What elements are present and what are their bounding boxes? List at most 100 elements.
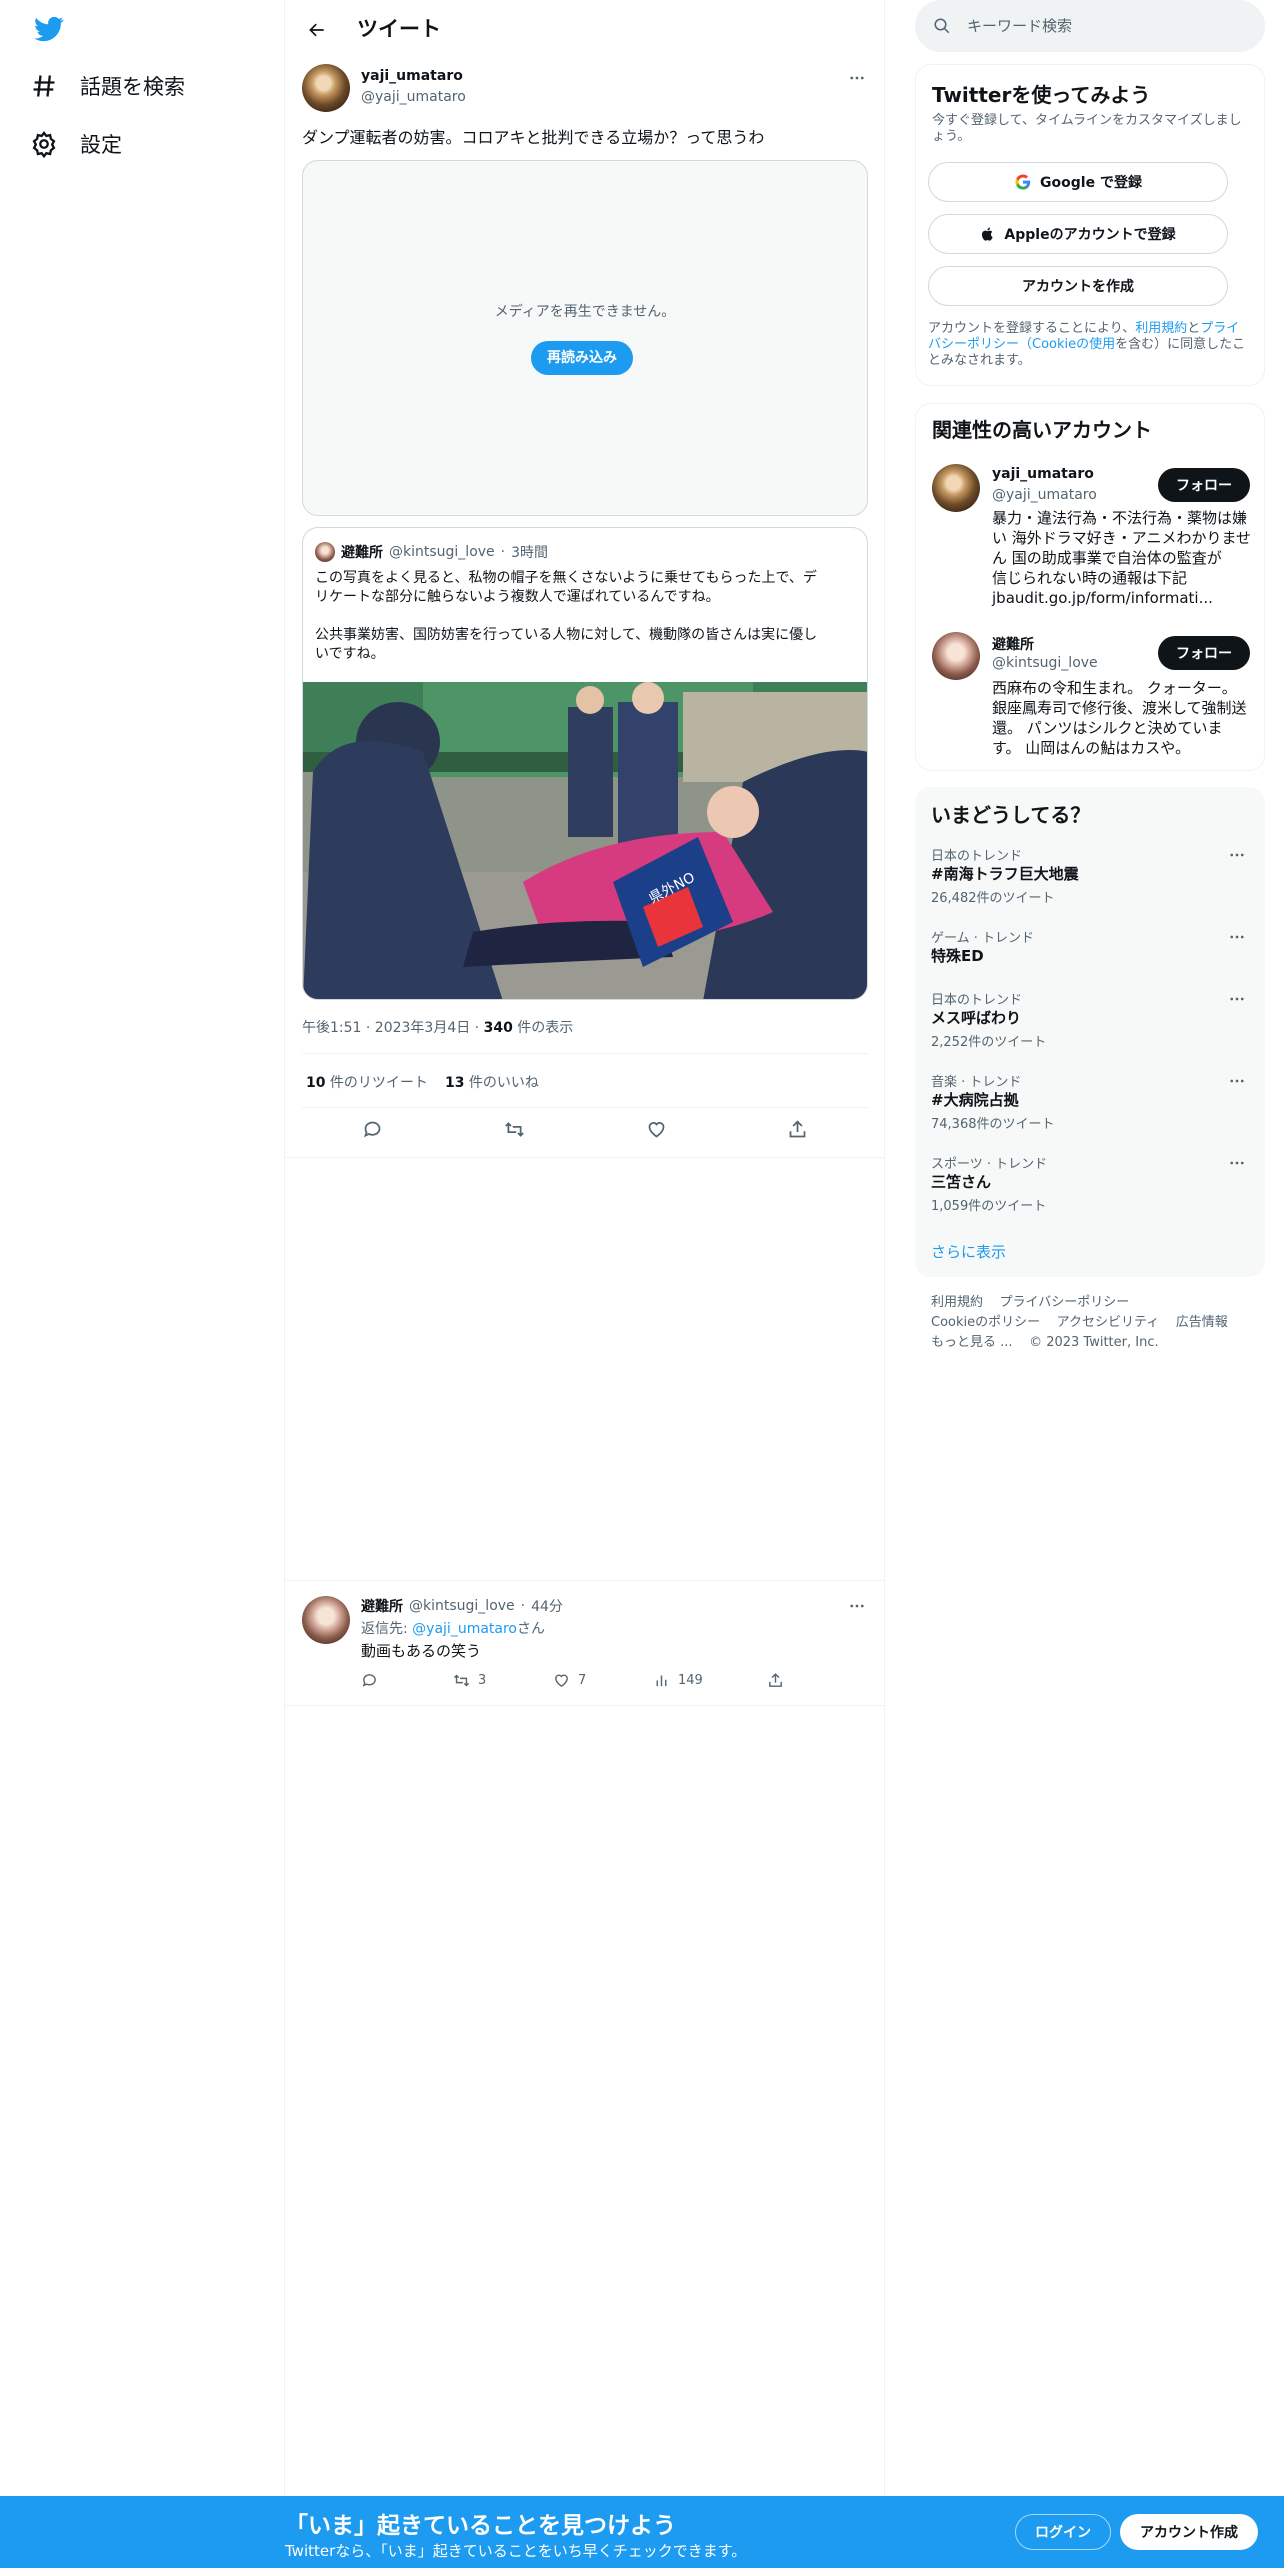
reply-to: 返信先: @yaji_umataroさん <box>361 1618 545 1638</box>
trend-count: 26,482件のツイート <box>931 891 1055 906</box>
quote-text-line: リケートな部分に触らないよう複数人で運ばれているんですね。 <box>315 589 720 605</box>
search-input[interactable] <box>967 17 1227 35</box>
signup-button[interactable]: アカウント作成 <box>1120 2514 1258 2550</box>
trend-context: 音楽 · トレンド <box>931 1075 1022 1090</box>
media-player[interactable]: メディアを再生できません。 再読み込み <box>302 160 868 516</box>
avatar[interactable] <box>302 1596 350 1644</box>
footer-privacy-link[interactable]: プライバシーポリシー <box>1000 1295 1130 1310</box>
more-icon[interactable] <box>1225 1069 1249 1093</box>
retweets-count: 10 <box>306 1075 326 1091</box>
reply-icon[interactable] <box>352 1109 392 1149</box>
retweet-icon[interactable] <box>494 1109 534 1149</box>
signup-title: Twitterを使ってみよう <box>932 83 1151 107</box>
privacy-link[interactable]: バシーポリシー（ <box>928 337 1032 352</box>
divider <box>285 1157 885 1158</box>
retweets-stat[interactable]: 10 件のリツイート <box>306 1072 428 1092</box>
trend-name: 三笘さん <box>931 1173 992 1191</box>
account-bio: い 海外ドラマ好き・アニメわかりませ <box>992 529 1252 547</box>
account-handle[interactable]: @yaji_umataro <box>992 487 1097 503</box>
media-error-message: メディアを再生できません。 <box>494 304 676 320</box>
nav-explore[interactable]: 話題を検索 <box>30 60 185 112</box>
search-icon <box>934 18 950 34</box>
likes-stat[interactable]: 13 件のいいね <box>445 1072 539 1092</box>
login-button[interactable]: ログイン <box>1015 2514 1111 2550</box>
footer-more-link[interactable]: もっと見る ... <box>931 1335 1013 1350</box>
trend-name: メス呼ばわり <box>931 1009 1022 1027</box>
heart-icon[interactable] <box>636 1109 676 1149</box>
footer-terms-link[interactable]: 利用規約 <box>931 1295 983 1310</box>
quote-photo[interactable]: 県外NO <box>303 682 867 999</box>
more-icon[interactable] <box>1225 987 1249 1011</box>
more-icon[interactable] <box>1225 1151 1249 1175</box>
left-nav: 話題を検索 設定 <box>0 0 285 2496</box>
show-more-link[interactable]: さらに表示 <box>931 1241 1006 1262</box>
likes-label: 件のいいね <box>464 1075 539 1091</box>
account-bio: す。 山岡はんの鮎はカスや。 <box>992 739 1191 757</box>
retweet-action[interactable]: 3 <box>453 1672 486 1689</box>
footer-cookie-link[interactable]: Cookieのポリシー <box>931 1315 1040 1330</box>
avatar[interactable] <box>302 64 350 112</box>
trend-context: 日本のトレンド <box>931 849 1023 864</box>
share-icon[interactable] <box>777 1109 817 1149</box>
account-bio: 暴力・違法行為・不法行為・薬物は嫌 <box>992 509 1248 527</box>
quote-text-line: 公共事業妨害、国防妨害を行っている人物に対して、機動隊の皆さんは実に優し <box>315 627 818 643</box>
apple-signup-button[interactable]: Appleのアカウントで登録 <box>928 214 1228 254</box>
quote-author-name: 避難所 <box>341 545 383 561</box>
more-icon[interactable] <box>1225 925 1249 949</box>
more-icon[interactable] <box>845 1594 869 1618</box>
author-handle[interactable]: @yaji_umataro <box>361 89 466 105</box>
more-icon[interactable] <box>1225 843 1249 867</box>
divider <box>285 1705 885 1706</box>
trend-item[interactable]: 音楽 · トレンド #大病院占拠 74,368件のツイート <box>915 1071 1265 1151</box>
twitter-logo-icon[interactable] <box>32 14 66 44</box>
back-button[interactable] <box>299 12 335 48</box>
footer-ads-link[interactable]: 広告情報 <box>1176 1315 1228 1330</box>
google-icon <box>1015 174 1031 190</box>
trend-item[interactable]: ゲーム · トレンド 特殊ED <box>915 927 1265 987</box>
account-name[interactable]: yaji_umataro <box>992 466 1094 482</box>
reload-button[interactable]: 再読み込み <box>531 341 633 375</box>
reply-action[interactable] <box>361 1672 378 1689</box>
follow-button[interactable]: フォロー <box>1158 468 1250 502</box>
reply-to-suffix: さん <box>517 1621 545 1637</box>
account-name[interactable]: 避難所 <box>992 634 1034 654</box>
trend-item[interactable]: 日本のトレンド メス呼ばわり 2,252件のツイート <box>915 989 1265 1069</box>
avatar[interactable] <box>932 464 980 512</box>
reply-author-handle[interactable]: @kintsugi_love <box>409 1598 515 1614</box>
privacy-link[interactable]: プライ <box>1200 321 1239 336</box>
reply-time[interactable]: 44分 <box>531 1596 563 1616</box>
nav-settings[interactable]: 設定 <box>30 118 122 170</box>
trend-name: #南海トラフ巨大地震 <box>931 865 1079 883</box>
search-bar[interactable] <box>915 0 1265 52</box>
cookie-link[interactable]: Cookieの使用 <box>1032 337 1115 352</box>
trend-item[interactable]: スポーツ · トレンド 三笘さん 1,059件のツイート <box>915 1153 1265 1233</box>
trend-count: 1,059件のツイート <box>931 1199 1047 1214</box>
more-icon[interactable] <box>845 66 869 90</box>
account-handle[interactable]: @kintsugi_love <box>992 655 1098 671</box>
apple-icon <box>982 227 994 241</box>
author-name[interactable]: yaji_umataro <box>361 68 463 84</box>
likes-count: 13 <box>445 1075 465 1091</box>
retweet-icon <box>453 1674 470 1687</box>
bottom-signup-bar: 「いま」起きていることを見つけよう Twitterなら、「いま」起きていることを… <box>0 2496 1284 2568</box>
trend-item[interactable]: 日本のトレンド #南海トラフ巨大地震 26,482件のツイート <box>915 845 1265 925</box>
quoted-tweet[interactable]: 避難所 @kintsugi_love · 3時間 この写真をよく見ると、私物の帽… <box>302 527 868 1000</box>
reply-tweet[interactable]: 避難所 @kintsugi_love · 44分 返信先: @yaji_umat… <box>285 1580 885 1705</box>
views-count: 340 <box>483 1020 513 1036</box>
page-title: ツイート <box>357 17 441 41</box>
views-action[interactable]: 149 <box>653 1672 703 1689</box>
create-account-button[interactable]: アカウントを作成 <box>928 266 1228 306</box>
reply-to-handle[interactable]: @yaji_umataro <box>412 1621 517 1637</box>
footer-accessibility-link[interactable]: アクセシビリティ <box>1057 1315 1160 1330</box>
account-bio-link[interactable]: jbaudit.go.jp/form/informati... <box>992 588 1213 608</box>
follow-button[interactable]: フォロー <box>1158 636 1250 670</box>
account-bio: 銀座鳳寿司で修行後、渡米して強制送 <box>992 699 1247 717</box>
google-signup-button[interactable]: Google で登録 <box>928 162 1228 202</box>
avatar[interactable] <box>932 632 980 680</box>
share-action[interactable] <box>767 1672 784 1689</box>
like-action[interactable]: 7 <box>553 1672 586 1689</box>
terms-link[interactable]: 利用規約 <box>1135 321 1187 336</box>
quote-header: 避難所 @kintsugi_love · 3時間 <box>341 544 549 561</box>
reply-author-name[interactable]: 避難所 <box>361 1596 403 1616</box>
arrow-left-icon <box>309 23 324 37</box>
